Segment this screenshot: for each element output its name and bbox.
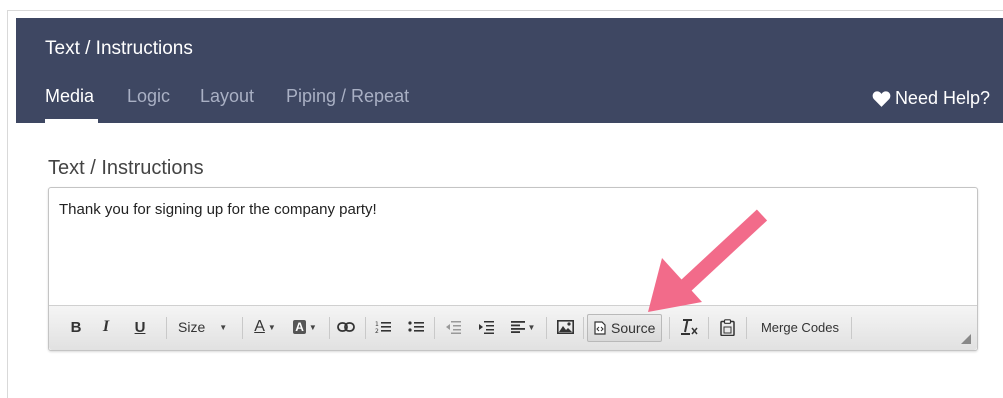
image-button[interactable] — [555, 316, 575, 338]
tab-logic[interactable]: Logic — [127, 86, 170, 107]
heart-icon — [872, 91, 891, 107]
remove-format-icon — [681, 319, 698, 335]
bulleted-list-icon — [408, 321, 424, 332]
decrease-indent-button[interactable] — [444, 316, 462, 338]
underline-button[interactable]: U — [131, 316, 149, 338]
background-color-icon: A — [293, 320, 306, 334]
frame-top-border — [7, 10, 1003, 11]
toolbar-separator — [746, 317, 747, 339]
need-help-label: Need Help? — [894, 88, 990, 108]
numbered-list-icon: 1 2 — [375, 321, 391, 334]
text-color-button[interactable]: A ▼ — [251, 316, 279, 338]
rich-text-editor: Thank you for signing up for the company… — [48, 187, 978, 351]
editor-content[interactable]: Thank you for signing up for the company… — [59, 201, 377, 218]
align-dropdown[interactable]: ▼ — [508, 316, 538, 338]
align-left-icon — [510, 321, 525, 333]
link-button[interactable] — [336, 316, 356, 338]
source-code-icon — [594, 321, 606, 335]
toolbar-separator — [583, 317, 584, 339]
annotation-arrow — [648, 209, 768, 312]
source-label: Source — [611, 320, 656, 336]
toolbar-separator — [434, 317, 435, 339]
dialog-header: Text / Instructions Media Logic Layout P… — [16, 18, 1003, 123]
svg-text:1: 1 — [375, 321, 379, 328]
toolbar-separator — [669, 317, 670, 339]
active-tab-indicator — [45, 119, 98, 123]
tab-piping-repeat[interactable]: Piping / Repeat — [286, 86, 409, 107]
dialog-title: Text / Instructions — [45, 38, 193, 59]
size-dropdown[interactable]: Size ▼ — [178, 316, 234, 338]
tab-layout[interactable]: Layout — [200, 86, 254, 107]
chevron-down-icon: ▼ — [267, 322, 276, 332]
size-label: Size — [178, 319, 206, 335]
need-help-link[interactable]: Need Help? — [872, 88, 990, 109]
tab-media[interactable]: Media — [45, 86, 94, 107]
chevron-down-icon: ▼ — [308, 322, 317, 332]
bulleted-list-button[interactable] — [407, 316, 425, 338]
bold-button[interactable]: B — [67, 316, 85, 338]
resize-handle[interactable] — [961, 334, 971, 344]
frame-left-border — [7, 10, 8, 398]
toolbar-separator — [546, 317, 547, 339]
indent-icon — [479, 321, 494, 334]
clipboard-icon — [719, 318, 735, 336]
toolbar-separator — [708, 317, 709, 339]
background-color-button[interactable]: A ▼ — [289, 316, 321, 338]
toolbar-separator — [329, 317, 330, 339]
toolbar-separator — [166, 317, 167, 339]
numbered-list-button[interactable]: 1 2 — [374, 316, 392, 338]
editor-toolbar: B I U Size ▼ A ▼ A ▼ 1 2 ▼ Source Merge … — [49, 305, 977, 350]
toolbar-separator — [365, 317, 366, 339]
toolbar-separator — [242, 317, 243, 339]
italic-button[interactable]: I — [97, 316, 115, 338]
text-color-icon: A — [254, 318, 265, 335]
chevron-down-icon: ▼ — [527, 322, 536, 332]
toolbar-separator — [851, 317, 852, 339]
link-icon — [337, 322, 355, 332]
image-icon — [556, 320, 574, 334]
outdent-icon — [446, 321, 461, 334]
chevron-down-icon: ▼ — [219, 322, 228, 332]
increase-indent-button[interactable] — [477, 316, 495, 338]
svg-text:2: 2 — [375, 328, 379, 334]
section-label: Text / Instructions — [48, 157, 204, 179]
